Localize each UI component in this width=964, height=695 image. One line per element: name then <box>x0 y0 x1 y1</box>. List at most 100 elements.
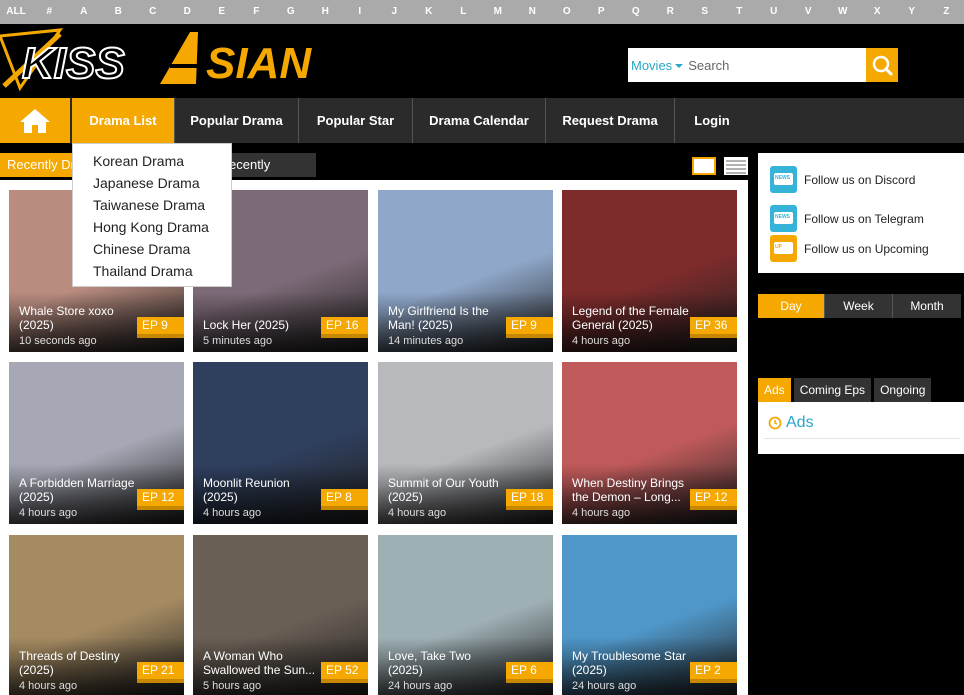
episode-badge-strip <box>690 679 737 683</box>
news-icon-badge: NEWS <box>775 214 790 220</box>
search-icon <box>872 55 893 76</box>
tab-ongoing[interactable]: Ongoing <box>874 378 932 402</box>
alphabet-letter[interactable]: X <box>860 0 895 24</box>
episode-badge-strip <box>690 334 737 338</box>
drama-title[interactable]: Whale Store xoxo (2025) <box>19 304 137 332</box>
drama-card[interactable]: My Girlfriend Is the Man! (2025) 14 minut… <box>378 190 553 352</box>
alphabet-letter[interactable]: Q <box>619 0 654 24</box>
dropdown-item-korean[interactable]: Korean Drama <box>73 150 231 172</box>
search-input[interactable] <box>688 57 839 73</box>
tab-day[interactable]: Day <box>758 294 825 318</box>
episode-badge: EP 2 <box>690 662 737 679</box>
drama-card[interactable]: A Forbidden Marriage (2025) 4 hours ago EP… <box>9 362 184 524</box>
drama-title[interactable]: A Forbidden Marriage (2025) <box>19 476 137 504</box>
drama-card[interactable]: Love, Take Two (2025) 24 hours ago EP 6 <box>378 535 553 695</box>
alphabet-letter[interactable]: H <box>308 0 343 24</box>
drama-title[interactable]: Lock Her (2025) <box>203 318 321 332</box>
drama-card[interactable]: When Destiny Brings the Demon – Long... 4… <box>562 362 737 524</box>
grid-view-icon[interactable] <box>692 157 716 175</box>
drama-updated-time: 4 hours ago <box>572 335 631 347</box>
social-upcoming-link[interactable]: UP Follow us on Upcoming <box>770 235 929 262</box>
dropdown-item-thailand[interactable]: Thailand Drama <box>73 260 231 282</box>
nav-drama-list[interactable]: Drama List <box>72 98 175 143</box>
nav-request-drama[interactable]: Request Drama <box>546 98 675 143</box>
nav-drama-calendar[interactable]: Drama Calendar <box>413 98 546 143</box>
dropdown-item-chinese[interactable]: Chinese Drama <box>73 238 231 260</box>
tab-week[interactable]: Week <box>825 294 893 318</box>
drama-card[interactable]: Legend of the Female General (2025) 4 hou… <box>562 190 737 352</box>
drama-card[interactable]: Summit of Our Youth (2025) 4 hours ago EP … <box>378 362 553 524</box>
tab-recently-drama[interactable]: Recently Dr <box>0 153 82 177</box>
social-telegram-label: Follow us on Telegram <box>804 211 924 226</box>
social-telegram-link[interactable]: NEWS Follow us on Telegram <box>770 205 924 232</box>
alphabet-letter[interactable]: # <box>32 0 67 24</box>
dropdown-item-hongkong[interactable]: Hong Kong Drama <box>73 216 231 238</box>
ads-panel: Ads <box>758 402 964 454</box>
alphabet-letter[interactable]: T <box>722 0 757 24</box>
site-logo[interactable]: KISS SIAN <box>0 26 320 94</box>
tab-coming-eps[interactable]: Coming Eps <box>793 378 872 402</box>
nav-popular-star[interactable]: Popular Star <box>299 98 413 143</box>
episode-badge: EP 36 <box>690 317 737 334</box>
alphabet-letter[interactable]: N <box>515 0 550 24</box>
drama-title[interactable]: My Troublesome Star (2025) <box>572 649 690 677</box>
drama-card[interactable]: My Troublesome Star (2025) 24 hours ago EP… <box>562 535 737 695</box>
alphabet-letter[interactable]: K <box>412 0 447 24</box>
drama-title[interactable]: Love, Take Two (2025) <box>388 649 506 677</box>
clock-icon <box>768 416 782 430</box>
episode-badge: EP 9 <box>506 317 553 334</box>
drama-title[interactable]: When Destiny Brings the Demon – Long... <box>572 476 690 504</box>
search-button[interactable] <box>866 48 898 82</box>
tab-month[interactable]: Month <box>893 294 961 318</box>
drama-updated-time: 24 hours ago <box>572 680 637 692</box>
alphabet-letter[interactable]: D <box>170 0 205 24</box>
upcoming-icon-badge: UP <box>775 244 782 250</box>
alphabet-letter[interactable]: J <box>377 0 412 24</box>
drama-title[interactable]: Legend of the Female General (2025) <box>572 304 690 332</box>
alphabet-letter[interactable]: P <box>584 0 619 24</box>
drama-card[interactable]: Moonlit Reunion (2025) 4 hours ago EP 8 <box>193 362 368 524</box>
alphabet-letter[interactable]: M <box>481 0 516 24</box>
alphabet-letter[interactable]: E <box>205 0 240 24</box>
dropdown-item-taiwanese[interactable]: Taiwanese Drama <box>73 194 231 216</box>
search-category-select[interactable]: Movies <box>628 58 684 73</box>
social-discord-link[interactable]: NEWS Follow us on Discord <box>770 166 915 193</box>
episode-badge-strip <box>506 506 553 510</box>
alphabet-letter[interactable]: U <box>757 0 792 24</box>
alphabet-letter[interactable]: O <box>550 0 585 24</box>
alphabet-letter[interactable]: C <box>136 0 171 24</box>
alphabet-letter[interactable]: G <box>274 0 309 24</box>
list-view-icon[interactable] <box>724 157 748 175</box>
drama-card[interactable]: Threads of Destiny (2025) 4 hours ago EP 2… <box>9 535 184 695</box>
drama-card[interactable]: A Woman Who Swallowed the Sun... 5 hours … <box>193 535 368 695</box>
alphabet-letter[interactable]: S <box>688 0 723 24</box>
drama-title[interactable]: Moonlit Reunion (2025) <box>203 476 321 504</box>
tab-recently-kshow[interactable]: ecently Kshow <box>222 153 316 196</box>
caret-down-icon <box>675 63 684 68</box>
dropdown-item-japanese[interactable]: Japanese Drama <box>73 172 231 194</box>
drama-title[interactable]: My Girlfriend Is the Man! (2025) <box>388 304 506 332</box>
alphabet-letter[interactable]: B <box>101 0 136 24</box>
search-bar: Movies <box>628 48 898 82</box>
episode-badge: EP 18 <box>506 489 553 506</box>
alphabet-letter[interactable]: R <box>653 0 688 24</box>
drama-title[interactable]: Summit of Our Youth (2025) <box>388 476 506 504</box>
alphabet-letter[interactable]: I <box>343 0 378 24</box>
news-icon: NEWS <box>770 166 797 193</box>
tab-ads[interactable]: Ads <box>758 378 791 402</box>
alphabet-letter[interactable]: A <box>67 0 102 24</box>
alphabet-letter[interactable]: V <box>791 0 826 24</box>
alphabet-letter[interactable]: Z <box>929 0 964 24</box>
nav-login[interactable]: Login <box>675 98 749 143</box>
drama-updated-time: 4 hours ago <box>388 507 447 519</box>
home-button[interactable] <box>0 98 70 143</box>
alphabet-letter[interactable]: F <box>239 0 274 24</box>
nav-popular-drama[interactable]: Popular Drama <box>175 98 299 143</box>
alphabet-letter[interactable]: L <box>446 0 481 24</box>
drama-title[interactable]: Threads of Destiny (2025) <box>19 649 137 677</box>
drama-title[interactable]: A Woman Who Swallowed the Sun... <box>203 649 321 677</box>
alphabet-letter[interactable]: W <box>826 0 861 24</box>
alphabet-letter[interactable]: Y <box>895 0 930 24</box>
episode-badge: EP 52 <box>321 662 368 679</box>
alphabet-letter[interactable]: ALL <box>0 0 32 24</box>
